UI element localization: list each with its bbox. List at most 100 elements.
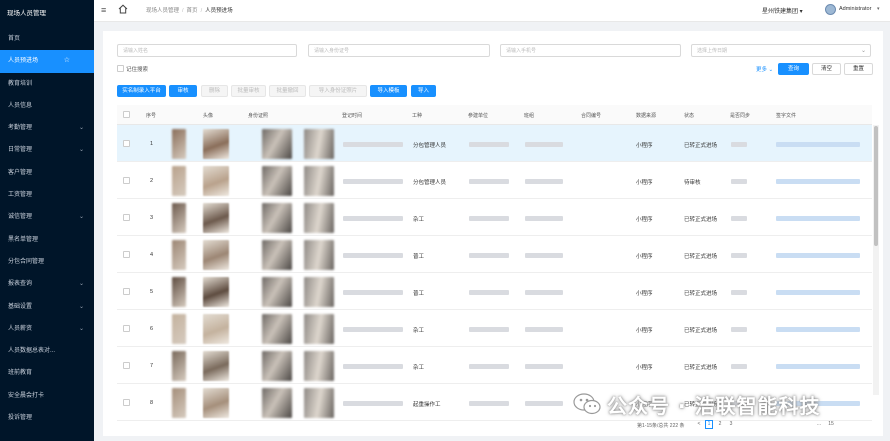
remember-checkbox[interactable] — [117, 65, 124, 72]
sidebar-item[interactable]: 人员薪资 ⌄ — [0, 318, 94, 340]
avatar-thumbnail[interactable] — [203, 166, 229, 196]
sidebar-item[interactable]: 首页 — [0, 28, 94, 50]
table-row[interactable]: 6 杂工 小程序 已转正式进场 — [117, 310, 872, 347]
clear-button[interactable]: 清空 — [812, 63, 841, 75]
redacted-signature-file-link[interactable] — [776, 141, 860, 147]
sidebar-item[interactable]: 报表查询 ⌄ — [0, 273, 94, 295]
home-icon[interactable] — [118, 4, 128, 14]
more-filters-link[interactable]: 更多 ⌄ — [756, 65, 773, 73]
sidebar-item[interactable]: 人员数据总表对... — [0, 340, 94, 362]
sidebar-item[interactable]: 考勤管理 ⌄ — [0, 117, 94, 139]
column-header[interactable]: 班组 — [524, 112, 534, 119]
avatar-thumbnail[interactable] — [203, 240, 229, 270]
table-row[interactable]: 2 分包管理人员 小程序 待审核 — [117, 162, 872, 199]
sidebar-item[interactable]: 分包合同管理 — [0, 251, 94, 273]
row-checkbox[interactable] — [123, 361, 130, 369]
column-header[interactable]: 签字文件 — [776, 112, 796, 119]
idcard-front-thumbnail[interactable] — [262, 240, 292, 270]
chevron-down-icon[interactable]: ▾ — [877, 6, 880, 12]
sidebar-item[interactable]: 安全晨会打卡 — [0, 385, 94, 407]
column-header[interactable]: 参建单位 — [468, 112, 488, 119]
toolbar-button[interactable]: 审核 — [169, 85, 197, 97]
idcard-back-thumbnail[interactable] — [304, 351, 334, 381]
idcard-back-thumbnail[interactable] — [304, 129, 334, 159]
idcard-back-thumbnail[interactable] — [304, 203, 334, 233]
sidebar-item[interactable]: 日常管理 ⌄ — [0, 139, 94, 161]
idcard-front-thumbnail[interactable] — [262, 351, 292, 381]
toolbar-button[interactable]: 导入身份证照片 — [309, 85, 367, 97]
reset-button[interactable]: 重置 — [844, 63, 873, 75]
idcard-back-thumbnail[interactable] — [304, 314, 334, 344]
sidebar-item[interactable]: 工资管理 — [0, 184, 94, 206]
user-name[interactable]: Administrator — [839, 6, 871, 12]
avatar-thumbnail[interactable] — [203, 203, 229, 233]
search-button[interactable]: 查询 — [778, 63, 809, 75]
project-selector[interactable]: 星州铁建集团 ▾ — [762, 6, 803, 15]
avatar-thumbnail[interactable] — [203, 129, 229, 159]
idcard-front-thumbnail[interactable] — [262, 277, 292, 307]
idcard-input[interactable] — [309, 45, 489, 56]
idcard-back-thumbnail[interactable] — [304, 388, 334, 418]
phone-input[interactable] — [501, 45, 680, 56]
row-checkbox[interactable] — [123, 287, 130, 295]
sidebar-item[interactable]: 客户管理 — [0, 162, 94, 184]
sidebar-item[interactable]: 投诉管理 — [0, 407, 94, 429]
table-row[interactable]: 7 杂工 小程序 已转正式进场 — [117, 347, 872, 384]
sidebar-item[interactable]: 教育培训 — [0, 73, 94, 95]
column-header[interactable]: 状态 — [684, 112, 694, 119]
idcard-front-thumbnail[interactable] — [262, 203, 292, 233]
table-row[interactable]: 1 分包管理人员 小程序 已转正式进场 — [117, 125, 872, 162]
avatar-thumbnail[interactable] — [203, 277, 229, 307]
avatar-thumbnail[interactable] — [203, 351, 229, 381]
column-header[interactable]: 身份证照 — [248, 112, 268, 119]
row-checkbox[interactable] — [123, 398, 130, 406]
toolbar-button[interactable]: 导入模板 — [370, 85, 407, 97]
row-checkbox[interactable] — [123, 213, 130, 221]
toolbar-button[interactable]: 批量撤回 — [269, 85, 306, 97]
breadcrumb-item[interactable]: 首页 — [187, 8, 198, 14]
redacted-signature-file-link[interactable] — [776, 178, 860, 184]
breadcrumb-item[interactable]: 现场人员管理 — [146, 8, 179, 14]
sidebar-item[interactable]: 基础设置 ⌄ — [0, 296, 94, 318]
name-input[interactable] — [118, 45, 296, 56]
idcard-back-thumbnail[interactable] — [304, 166, 334, 196]
row-checkbox[interactable] — [123, 139, 130, 147]
column-header[interactable]: 序号 — [146, 112, 156, 119]
sidebar-item[interactable]: 人员信息 — [0, 95, 94, 117]
avatar[interactable] — [825, 4, 836, 15]
idcard-back-thumbnail[interactable] — [304, 277, 334, 307]
avatar-thumbnail[interactable] — [203, 388, 229, 418]
idcard-front-thumbnail[interactable] — [262, 314, 292, 344]
favorite-star-icon[interactable]: ☆ — [64, 50, 70, 72]
column-header[interactable]: 工种 — [412, 112, 422, 119]
row-checkbox[interactable] — [123, 250, 130, 258]
select-all-checkbox[interactable] — [123, 111, 130, 118]
redacted-signature-file-link[interactable] — [776, 252, 860, 258]
column-header[interactable]: 是否同步 — [730, 112, 750, 119]
avatar-thumbnail[interactable] — [203, 314, 229, 344]
toolbar-button[interactable]: 实名制录入平台 — [117, 85, 166, 97]
idcard-back-thumbnail[interactable] — [304, 240, 334, 270]
upload-date-select[interactable] — [692, 45, 870, 56]
idcard-front-thumbnail[interactable] — [262, 388, 292, 418]
sidebar-item[interactable]: 黑名单管理 — [0, 229, 94, 251]
toolbar-button[interactable]: 删除 — [201, 85, 228, 97]
redacted-signature-file-link[interactable] — [776, 363, 860, 369]
column-header[interactable]: 数据来源 — [636, 112, 656, 119]
idcard-front-thumbnail[interactable] — [262, 166, 292, 196]
table-row[interactable]: 4 普工 小程序 已转正式进场 — [117, 236, 872, 273]
column-header[interactable]: 合同编号 — [581, 112, 601, 119]
sidebar-item[interactable]: 班前教育 — [0, 362, 94, 384]
redacted-signature-file-link[interactable] — [776, 326, 860, 332]
idcard-front-thumbnail[interactable] — [262, 129, 292, 159]
table-row[interactable]: 3 杂工 小程序 已转正式进场 — [117, 199, 872, 236]
toolbar-button[interactable]: 批量审核 — [231, 85, 266, 97]
row-checkbox[interactable] — [123, 176, 130, 184]
toolbar-button[interactable]: 导入 — [411, 85, 436, 97]
sidebar-item[interactable]: 诚信管理 ⌄ — [0, 206, 94, 228]
menu-fold-icon[interactable]: ≡ — [101, 5, 106, 15]
column-header[interactable]: 登记时间 — [342, 112, 362, 119]
redacted-signature-file-link[interactable] — [776, 215, 860, 221]
row-checkbox[interactable] — [123, 324, 130, 332]
table-row[interactable]: 5 普工 小程序 已转正式进场 — [117, 273, 872, 310]
